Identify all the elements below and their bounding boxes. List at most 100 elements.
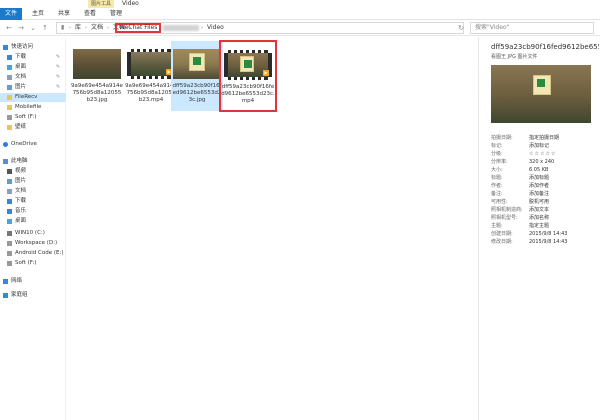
details-pane: dff59a23cb90f16fed9612be6553d23c 看图王 JPG… xyxy=(478,37,600,420)
sidebar-item-drive-c[interactable]: WIN10 (C:) xyxy=(0,229,66,238)
prop-row: 标记: 添加标记 xyxy=(491,143,550,149)
navigation-pane: 快速访问 下载 ✎ 桌面 ✎ 文档 ✎ 图片 ✎ FileRecv Mobile… xyxy=(0,37,66,420)
sidebar-item-downloads[interactable]: 下载 ✎ xyxy=(0,53,66,62)
address-bar: ← → ⌄ ↑ ▮ › 库 › 文档 › 文档 › WeChat Files ›… xyxy=(0,20,600,36)
search-input[interactable]: 搜索"Video" xyxy=(470,22,594,34)
prop-row: 标题: 添加标题 xyxy=(491,175,550,181)
details-filetype: 看图王 JPG 图片文件 xyxy=(491,54,538,60)
folder-icon xyxy=(7,105,12,110)
back-arrow-icon[interactable]: ← xyxy=(4,23,14,33)
sidebar-item-onedrive[interactable]: OneDrive xyxy=(0,140,66,149)
image-thumbnail xyxy=(73,49,121,79)
pin-icon[interactable]: ✎ xyxy=(56,63,60,72)
address-path[interactable]: ▮ › 库 › 文档 › 文档 › WeChat Files › Video xyxy=(56,22,464,34)
details-filename: dff59a23cb90f16fed9612be6553d23c xyxy=(491,43,599,51)
sidebar-item-pictures-2[interactable]: 图片 xyxy=(0,177,66,186)
title-bar: 图片工具 Video xyxy=(0,0,600,8)
breadcrumb-wechat-files[interactable]: WeChat Files xyxy=(115,23,162,33)
video-thumbnail: ▶ xyxy=(127,49,175,79)
desktop-icon xyxy=(7,65,12,70)
recent-chevron-icon[interactable]: ⌄ xyxy=(28,23,38,33)
card-icon xyxy=(189,53,205,71)
picture-tools-context-tab[interactable]: 图片工具 xyxy=(88,0,115,8)
tab-home[interactable]: 主页 xyxy=(28,8,48,20)
computer-icon xyxy=(3,159,8,164)
file-item-jpg-1[interactable]: 9a9e69e454a914e756b95d8a12055b23.jpg xyxy=(71,41,123,111)
rating-stars[interactable]: ☆☆☆☆☆ xyxy=(529,151,556,158)
chevron-right-icon[interactable]: › xyxy=(107,23,109,33)
pin-icon[interactable]: ✎ xyxy=(56,53,60,62)
desktop-icon xyxy=(7,219,12,224)
sidebar-item-this-pc[interactable]: 此电脑 xyxy=(0,157,66,166)
download-icon xyxy=(7,199,12,204)
prop-row: 备注: 添加备注 xyxy=(491,191,550,197)
sidebar-item-music[interactable]: 音乐 xyxy=(0,207,66,216)
sidebar-item-downloads-2[interactable]: 下载 xyxy=(0,197,66,206)
up-arrow-icon[interactable]: ↑ xyxy=(40,23,50,33)
prop-row: 可用性: 脱机可用 xyxy=(491,199,550,205)
drive-icon xyxy=(7,115,12,120)
drive-icon xyxy=(7,251,12,256)
prop-row: 作者: 添加作者 xyxy=(491,183,550,189)
sidebar-item-pictures[interactable]: 图片 ✎ xyxy=(0,83,66,92)
play-badge-icon: ▶ xyxy=(263,70,269,76)
file-item-jpg-2[interactable]: dff59a23cb90f16fed9612be6553d23c.jpg xyxy=(171,41,223,111)
sidebar-item-desktop[interactable]: 桌面 ✎ xyxy=(0,63,66,72)
window-title: Video xyxy=(122,0,139,7)
pin-icon[interactable]: ✎ xyxy=(56,83,60,92)
download-icon xyxy=(7,55,12,60)
drive-icon xyxy=(7,231,12,236)
card-icon xyxy=(533,75,551,95)
file-name: 9a9e69e454a914e756b95d8a12055b23.mp4 xyxy=(125,83,177,103)
document-icon xyxy=(7,189,12,194)
chevron-right-icon[interactable]: › xyxy=(85,23,87,33)
sidebar-item-homegroup[interactable]: 家庭组 xyxy=(0,291,66,300)
prop-row: 主题: 指定主题 xyxy=(491,223,550,229)
prop-row: 照相机制造商: 添加文本 xyxy=(491,207,550,213)
details-preview xyxy=(491,65,591,123)
chevron-right-icon[interactable]: › xyxy=(69,23,71,33)
sidebar-item-videos[interactable]: 视频 xyxy=(0,167,66,176)
tab-share[interactable]: 共享 xyxy=(54,8,74,20)
video-icon xyxy=(7,169,12,174)
refresh-icon[interactable]: ↻ xyxy=(456,23,466,33)
pin-icon[interactable]: ✎ xyxy=(56,73,60,82)
breadcrumb-video[interactable]: Video xyxy=(207,23,224,33)
prop-row: 拍摄日期: 指定拍摄日期 xyxy=(491,135,560,141)
sidebar-item-drive-e[interactable]: Android Code (E:) xyxy=(0,249,66,258)
sidebar-item-documents-2[interactable]: 文档 xyxy=(0,187,66,196)
tab-view[interactable]: 查看 xyxy=(80,8,100,20)
star-icon xyxy=(3,45,8,50)
file-list: 9a9e69e454a914e756b95d8a12055b23.jpg ▶ 9… xyxy=(67,37,477,420)
breadcrumb-library[interactable]: 库 xyxy=(75,23,81,33)
sidebar-item-network[interactable]: 网络 xyxy=(0,277,66,286)
breadcrumb-documents[interactable]: 文档 xyxy=(91,23,103,33)
file-item-mp4-1[interactable]: ▶ 9a9e69e454a914e756b95d8a12055b23.mp4 xyxy=(125,41,177,111)
sidebar-item-soft-f[interactable]: Soft (F:) xyxy=(0,113,66,122)
drive-icon xyxy=(7,261,12,266)
network-icon xyxy=(3,279,8,284)
sidebar-item-filerecv[interactable]: FileRecv xyxy=(0,93,66,102)
file-name: dff59a23cb90f16fed9612be6553d23c.jpg xyxy=(172,83,222,103)
sidebar-item-drive-d[interactable]: Workspace (D:) xyxy=(0,239,66,248)
sidebar-item-documents[interactable]: 文档 ✎ xyxy=(0,73,66,82)
card-icon xyxy=(240,56,254,72)
music-icon xyxy=(7,209,12,214)
forward-arrow-icon[interactable]: → xyxy=(16,23,26,33)
sidebar-item-quick-access[interactable]: 快速访问 xyxy=(0,43,66,52)
sidebar-item-mobilefile[interactable]: Mobilefile xyxy=(0,103,66,112)
folder-icon: ▮ xyxy=(61,24,65,31)
chevron-right-icon[interactable]: › xyxy=(201,23,203,33)
sidebar-item-drive-f[interactable]: Soft (F:) xyxy=(0,259,66,268)
folder-icon xyxy=(7,125,12,130)
image-thumbnail xyxy=(173,49,221,79)
prop-row: 大小: 6.05 KB xyxy=(491,167,549,173)
sidebar-item-wallpaper[interactable]: 壁纸 xyxy=(0,123,66,132)
prop-row: 分级: ☆☆☆☆☆ xyxy=(491,151,557,158)
obscured-folder-name xyxy=(163,25,199,31)
sidebar-item-desktop-2[interactable]: 桌面 xyxy=(0,217,66,226)
tab-manage[interactable]: 管理 xyxy=(106,8,126,20)
tab-file[interactable]: 文件 xyxy=(0,8,22,20)
file-item-mp4-2[interactable]: ▶ dff59a23cb90f16fed9612be6553d23c.mp4 xyxy=(219,40,277,112)
file-name: dff59a23cb90f16fed9612be6553d23c.mp4 xyxy=(221,84,275,104)
